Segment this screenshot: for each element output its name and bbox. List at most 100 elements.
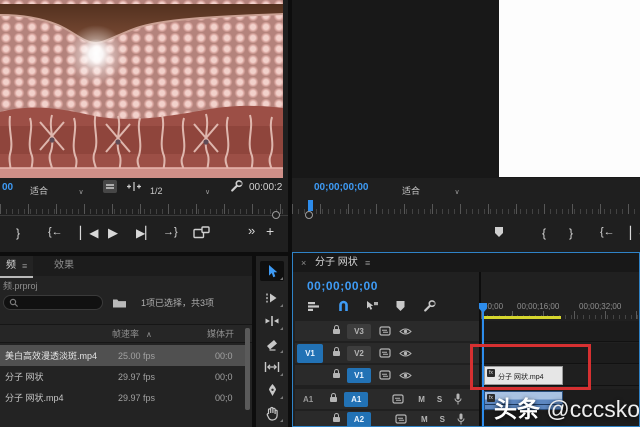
razor-tool[interactable] — [260, 334, 284, 354]
track-header-a1: A1 A1 M S — [295, 389, 479, 409]
mark-out-button[interactable]: } — [569, 227, 573, 239]
program-zoom-select[interactable]: 适合 ∨ — [402, 181, 460, 199]
solo-button[interactable]: S — [437, 395, 442, 404]
close-icon[interactable]: × — [301, 258, 306, 268]
export-frame-icon[interactable] — [193, 226, 210, 239]
hand-tool[interactable] — [260, 403, 284, 423]
col-frame-rate[interactable]: 帧速率 — [112, 330, 139, 339]
add-marker-icon[interactable] — [493, 226, 505, 238]
track-lock-icon[interactable] — [333, 329, 340, 334]
mark-in-button[interactable]: { — [542, 227, 546, 239]
pen-icon — [266, 383, 279, 397]
track-lock-icon[interactable] — [333, 351, 340, 356]
sync-lock-icon[interactable] — [379, 326, 391, 336]
watermark: 头条 @cccsko — [494, 390, 640, 424]
tab-project[interactable]: 频 ≡ — [0, 256, 33, 278]
toggle-track-output-eye-icon[interactable] — [399, 371, 412, 380]
voiceover-mic-icon[interactable] — [456, 413, 466, 425]
sync-lock-icon[interactable] — [379, 348, 391, 358]
add-marker-icon[interactable] — [395, 300, 406, 312]
list-item[interactable]: 分子 网状.mp4 29.97 fps 00;0 — [0, 387, 246, 408]
step-back-button[interactable]: ▏◀ — [80, 227, 98, 239]
voiceover-mic-icon[interactable] — [453, 393, 463, 405]
track-lock-icon[interactable] — [333, 373, 340, 378]
track-header-v1: V1 — [295, 365, 479, 385]
ripple-edit-tool[interactable] — [260, 311, 284, 331]
watermark-handle: @cccsko — [546, 396, 640, 422]
step-forward-button[interactable]: ▶▏ — [136, 227, 154, 239]
watermark-brand: 头条 — [494, 396, 540, 422]
go-to-in-button[interactable]: {← — [600, 227, 615, 238]
list-header-row: 帧速率 ∧ 媒体开 — [0, 324, 252, 343]
sync-lock-icon[interactable] — [395, 414, 407, 424]
annotation-highlight-box — [470, 344, 591, 390]
ruler-label: 00;00;16;00 — [517, 302, 559, 311]
safe-margins-icon[interactable] — [126, 181, 142, 192]
track-lock-icon[interactable] — [330, 397, 337, 402]
timeline-settings-wrench-icon[interactable] — [423, 299, 437, 313]
program-timecode-position: 00;00;00;00 — [314, 183, 368, 193]
track-select-forward-tool[interactable] — [260, 288, 284, 308]
new-bin-icon[interactable] — [112, 297, 127, 308]
output-settings-icon[interactable] — [103, 180, 117, 193]
source-zoom-select[interactable]: 适合 ∨ — [30, 181, 84, 199]
snap-magnet-icon[interactable] — [337, 299, 350, 312]
track-target-v1[interactable]: V1 — [347, 368, 371, 383]
timeline-tab-title[interactable]: 分子 网状 — [315, 258, 358, 268]
program-playhead[interactable] — [308, 200, 313, 211]
track-target-v3[interactable]: V3 — [347, 324, 371, 339]
add-button[interactable]: + — [266, 224, 274, 238]
sync-lock-icon[interactable] — [379, 370, 391, 380]
skin-illustration — [0, 0, 283, 178]
go-to-out-button[interactable]: →} — [163, 227, 178, 238]
tab-effects[interactable]: 效果 — [46, 256, 82, 276]
overflow-menu-button[interactable]: » — [248, 224, 255, 237]
selection-tool[interactable] — [260, 261, 284, 281]
wrench-icon[interactable] — [230, 179, 244, 193]
work-area-bar[interactable] — [483, 316, 561, 319]
step-back-button[interactable]: ▏◀ — [630, 227, 640, 239]
timeline-timecode[interactable]: 00;00;00;00 — [307, 279, 378, 293]
source-video-preview — [0, 0, 283, 178]
mute-button[interactable]: M — [421, 415, 428, 424]
ripple-edit-icon — [264, 315, 280, 327]
source-zoom-handle[interactable] — [272, 211, 280, 219]
program-ruler[interactable] — [292, 200, 640, 214]
source-timecode-position: 00 — [2, 183, 13, 193]
linked-selection-icon[interactable] — [365, 300, 379, 312]
pen-tool[interactable] — [260, 380, 284, 400]
ruler-label: 00;00;32;00 — [579, 302, 621, 311]
slip-tool[interactable] — [260, 357, 284, 377]
sort-ascending-icon[interactable]: ∧ — [146, 330, 152, 339]
track-lock-icon[interactable] — [333, 417, 340, 422]
solo-button[interactable]: S — [440, 415, 445, 424]
search-input[interactable] — [3, 295, 103, 310]
source-ruler[interactable] — [0, 200, 288, 214]
play-button[interactable]: ▶ — [108, 226, 118, 239]
list-item-selected[interactable]: 美白高效漫透淡斑.mp4 25.00 fps 00:0 — [0, 345, 246, 366]
track-lane-v3[interactable] — [481, 321, 639, 342]
insert-nest-icon[interactable] — [307, 300, 320, 312]
panel-menu-icon[interactable]: ≡ — [365, 258, 370, 268]
mark-out-button[interactable]: } — [16, 227, 20, 239]
go-to-in-button[interactable]: {← — [48, 227, 63, 238]
mute-button[interactable]: M — [418, 395, 425, 404]
toggle-track-output-eye-icon[interactable] — [399, 327, 412, 336]
source-monitor-panel: 00 适合 ∨ 1/2 ∨ 00:00:2 } {← ▏◀ ▶ ▶▏ →} — [0, 0, 288, 252]
panel-menu-icon[interactable]: ≡ — [22, 261, 27, 271]
source-patch-video[interactable]: V1 — [297, 344, 323, 363]
source-timecode-duration: 00:00:2 — [249, 183, 282, 193]
col-media-start[interactable]: 媒体开 — [207, 330, 234, 339]
razor-icon — [265, 338, 280, 351]
source-patch-audio[interactable]: A1 — [303, 395, 313, 404]
toggle-track-output-eye-icon[interactable] — [399, 349, 412, 358]
list-item[interactable]: 分子 网状 29.97 fps 00;0 — [0, 366, 246, 387]
source-resolution-select[interactable]: 1/2 ∨ — [150, 181, 210, 199]
sync-lock-icon[interactable] — [392, 394, 404, 404]
program-zoom-handle[interactable] — [305, 211, 313, 219]
track-target-a2[interactable]: A2 — [347, 412, 371, 427]
track-target-v2[interactable]: V2 — [347, 346, 371, 361]
track-target-a1[interactable]: A1 — [344, 392, 368, 407]
vertical-scrollbar[interactable] — [245, 328, 250, 410]
project-name: 频.prproj — [3, 282, 38, 291]
